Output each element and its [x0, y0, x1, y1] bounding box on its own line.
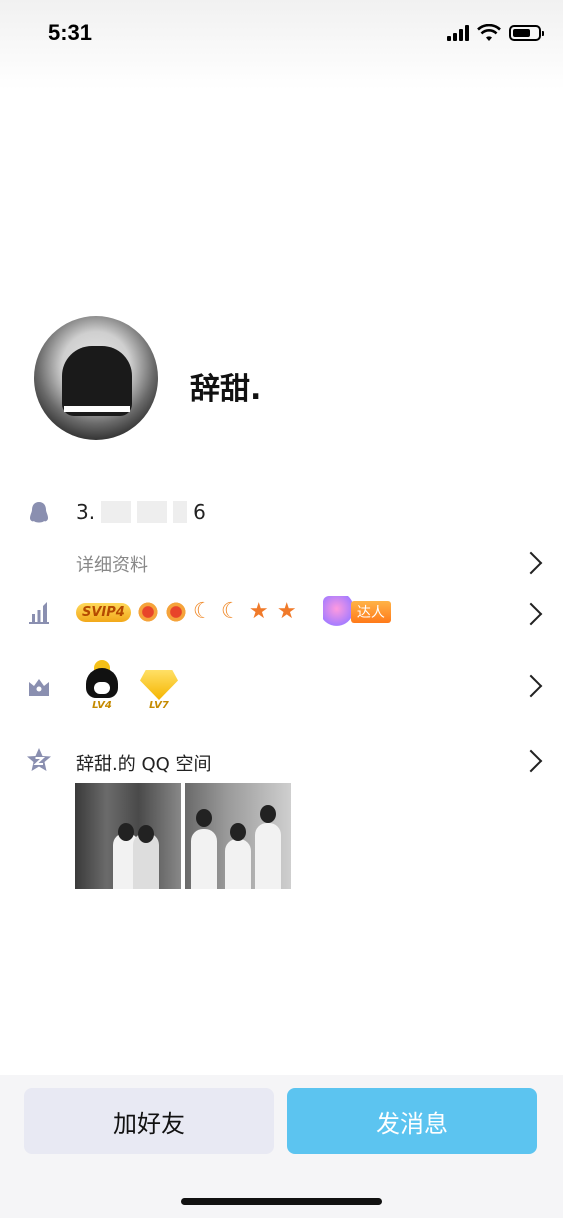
moon-icon: ☾ [192, 599, 213, 624]
chevron-right-icon [519, 749, 543, 773]
nickname: 辞甜. [190, 372, 262, 407]
diamond-icon [140, 670, 178, 700]
level-up-icon [29, 602, 49, 624]
star-icon: ★ [276, 599, 297, 624]
diamond-level: LV7 [140, 670, 178, 711]
diamond-level-label: LV7 [149, 700, 169, 711]
vip-badges: SVIP4 ☾ ☾ ★ ★ 达人 [76, 596, 391, 628]
uin-suffix: 6 [193, 500, 206, 524]
chevron-right-icon [519, 602, 543, 626]
add-friend-button[interactable]: 加好友 [24, 1088, 274, 1154]
svip-badge: SVIP4 [76, 602, 131, 622]
uin: 3. 6 [76, 500, 206, 524]
status-bar: 5:31 [0, 0, 563, 90]
qzone-photo[interactable] [185, 783, 291, 889]
penguin-level-label: LV4 [92, 700, 112, 711]
chevron-right-icon [519, 551, 543, 575]
penguin-level: LV4 [84, 660, 120, 711]
signal-icon [447, 25, 469, 41]
uin-redacted [137, 501, 168, 523]
uin-prefix: 3. [76, 500, 96, 524]
wifi-icon [477, 24, 501, 41]
home-indicator [181, 1198, 382, 1205]
level-icons: LV4 LV7 [84, 660, 178, 711]
qzone-row[interactable]: 辞甜.的 QQ 空间 [0, 745, 563, 777]
details-label: 详细资料 [76, 555, 148, 576]
avatar[interactable] [34, 316, 158, 440]
penguin-crown-icon [84, 660, 120, 700]
details-row[interactable]: 详细资料 [0, 545, 563, 579]
status-icons [447, 24, 544, 42]
penguin-icon [30, 502, 48, 523]
daren-badge: 达人 [322, 596, 391, 628]
moon-icon: ☾ [220, 599, 241, 624]
battery-icon [509, 25, 544, 41]
qzone-title: 辞甜.的 QQ 空间 [76, 754, 212, 775]
sun-icon [136, 601, 159, 623]
qzone-photo[interactable] [75, 783, 181, 889]
uin-redacted [173, 501, 188, 523]
qzone-star-icon [27, 748, 51, 771]
status-time: 5:31 [48, 20, 93, 45]
sun-icon [164, 601, 187, 623]
crown-icon [29, 679, 49, 696]
qzone-photos [75, 783, 291, 889]
send-message-button[interactable]: 发消息 [287, 1088, 537, 1154]
daren-label: 达人 [350, 601, 391, 623]
chevron-right-icon [519, 674, 543, 698]
star-icon: ★ [248, 599, 269, 624]
uin-redacted [101, 501, 132, 523]
